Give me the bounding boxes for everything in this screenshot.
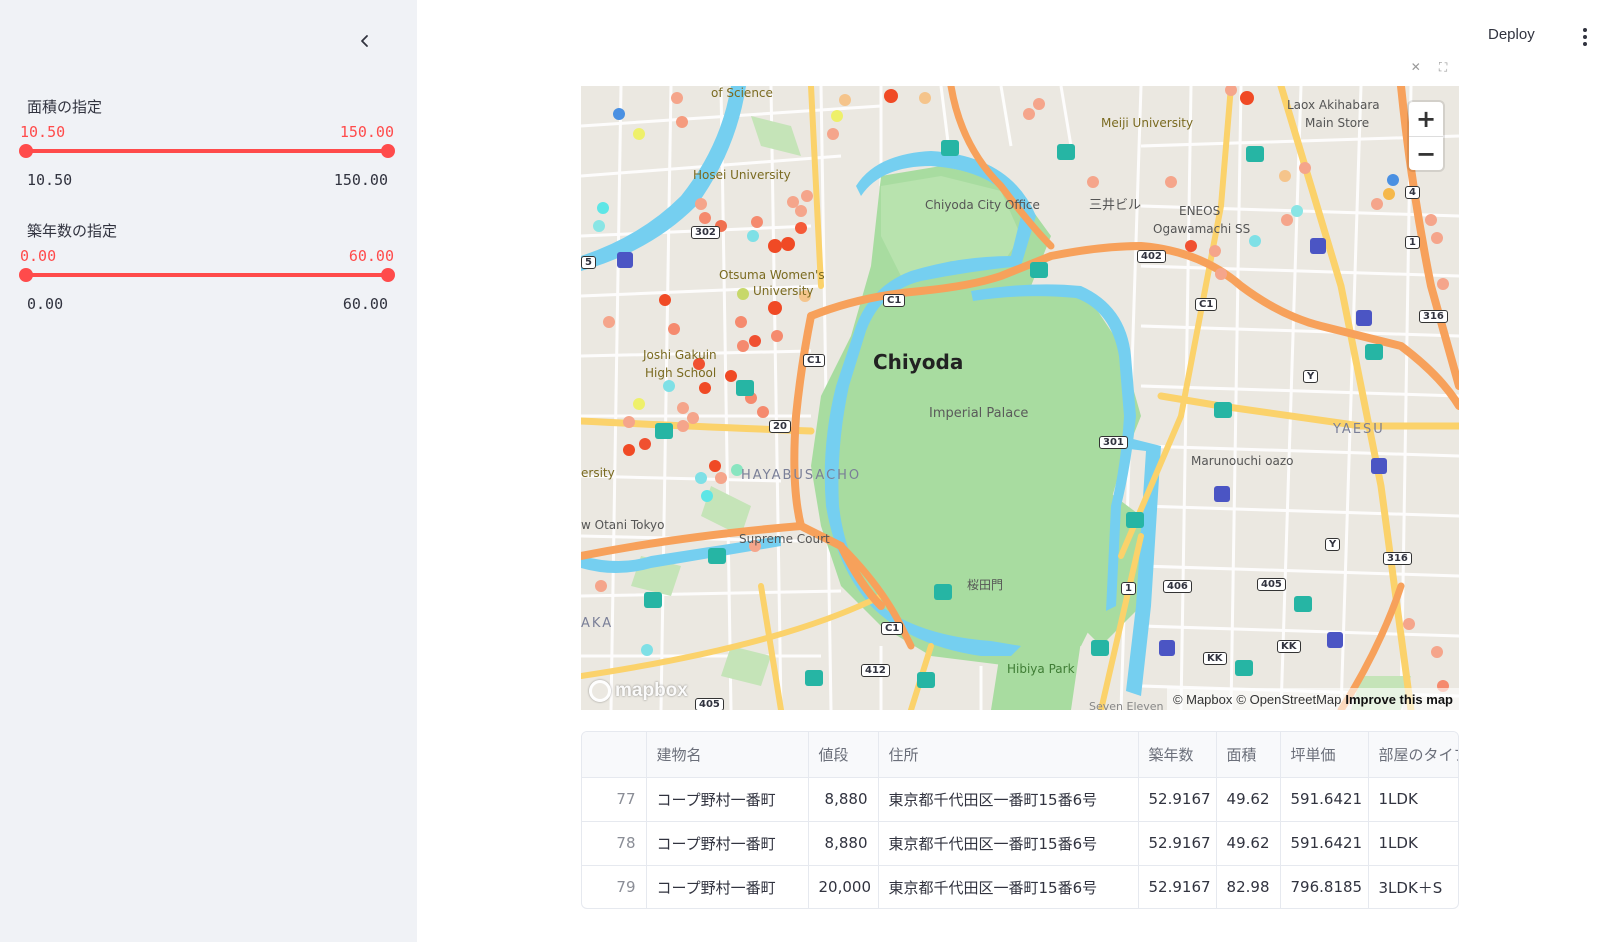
fullscreen-icon[interactable]: ⛶ [1439, 60, 1447, 78]
more-vertical-icon [1583, 28, 1587, 46]
column-header-area[interactable]: 面積 [1216, 732, 1281, 778]
map-base [581, 86, 1459, 710]
column-header-tsubo-price[interactable]: 坪単価 [1280, 732, 1369, 778]
close-icon[interactable]: ✕ [1411, 60, 1421, 78]
age-slider-high-value: 60.00 [348, 247, 394, 265]
table-cell: 1LDK [1368, 821, 1458, 866]
table: 建物名 値段 住所 築年数 面積 坪単価 部屋のタイプ 77 コープ野村一番町 … [582, 732, 1458, 908]
area-slider-high-value: 150.00 [339, 123, 394, 141]
improve-map-link[interactable]: Improve this map [1345, 692, 1453, 707]
area-slider-max: 150.00 [333, 171, 388, 189]
column-header-room-type[interactable]: 部屋のタイプ [1368, 732, 1458, 778]
map-toolbar: ✕ ⛶ [1397, 60, 1461, 78]
app-root: 面積の指定 10.50 150.00 10.50 150.00 築年数の指定 0… [0, 0, 1608, 942]
table-cell: 82.98 [1216, 865, 1281, 908]
table-cell: 3LDK＋S [1368, 865, 1458, 908]
column-header-index[interactable] [582, 732, 647, 778]
column-header-address[interactable]: 住所 [878, 732, 1139, 778]
table-cell: 49.62 [1216, 777, 1281, 822]
map[interactable]: Chiyoda Imperial Palace of Science Hosei… [581, 86, 1459, 710]
age-slider: 築年数の指定 0.00 60.00 0.00 60.00 [19, 220, 395, 313]
table-cell: 1LDK [1368, 777, 1458, 822]
table-cell: 20,000 [808, 865, 879, 908]
chevron-left-icon [361, 35, 368, 47]
column-header-age[interactable]: 築年数 [1138, 732, 1217, 778]
table-row[interactable]: 78 コープ野村一番町 8,880 東京都千代田区一番町15番6号 52.916… [582, 821, 1458, 866]
table-cell: 79 [582, 865, 647, 908]
area-slider-low-value: 10.50 [20, 123, 66, 141]
table-cell: 591.6421 [1280, 777, 1369, 822]
area-slider-label: 面積の指定 [27, 98, 103, 116]
table-cell: 52.9167 [1138, 865, 1217, 908]
age-slider-values: 0.00 60.00 [20, 247, 394, 265]
table-cell: 796.8185 [1280, 865, 1369, 908]
table-cell: コープ野村一番町 [646, 865, 809, 908]
table-cell: コープ野村一番町 [646, 821, 809, 866]
mapbox-logo-icon [589, 680, 611, 702]
zoom-controls: + − [1409, 102, 1443, 170]
table-cell: 52.9167 [1138, 821, 1217, 866]
table-cell: 49.62 [1216, 821, 1281, 866]
age-slider-high-thumb[interactable] [381, 268, 395, 282]
table-cell: 52.9167 [1138, 777, 1217, 822]
area-slider-track[interactable] [19, 144, 395, 158]
age-slider-track[interactable] [19, 268, 395, 282]
area-slider-min: 10.50 [27, 171, 73, 189]
age-slider-low-thumb[interactable] [19, 268, 33, 282]
table-cell: 東京都千代田区一番町15番6号 [878, 777, 1139, 822]
collapse-sidebar-button[interactable] [352, 28, 378, 54]
column-header-price[interactable]: 値段 [808, 732, 879, 778]
main-menu-button[interactable] [1578, 24, 1592, 50]
table-cell: 8,880 [808, 777, 879, 822]
table-cell: 8,880 [808, 821, 879, 866]
table-header-row: 建物名 値段 住所 築年数 面積 坪単価 部屋のタイプ [582, 732, 1458, 778]
area-slider-range: 10.50 150.00 [20, 171, 394, 189]
zoom-in-button[interactable]: + [1409, 102, 1443, 136]
mapbox-logo-text: mapbox [615, 680, 688, 701]
age-slider-label: 築年数の指定 [27, 222, 118, 240]
table-row[interactable]: 77 コープ野村一番町 8,880 東京都千代田区一番町15番6号 52.916… [582, 777, 1458, 822]
area-slider-values: 10.50 150.00 [20, 123, 394, 141]
data-table[interactable]: 建物名 値段 住所 築年数 面積 坪単価 部屋のタイプ 77 コープ野村一番町 … [581, 731, 1459, 909]
area-slider-low-thumb[interactable] [19, 144, 33, 158]
map-attribution: © Mapbox © OpenStreetMap Improve this ma… [1166, 688, 1459, 710]
table-cell: 78 [582, 821, 647, 866]
table-row[interactable]: 79 コープ野村一番町 20,000 東京都千代田区一番町15番6号 52.91… [582, 865, 1458, 908]
mapbox-attribution-link[interactable]: © Mapbox [1173, 692, 1232, 707]
table-cell: 77 [582, 777, 647, 822]
table-cell: 東京都千代田区一番町15番6号 [878, 821, 1139, 866]
age-slider-min: 0.00 [27, 295, 64, 313]
zoom-out-button[interactable]: − [1409, 136, 1443, 170]
age-slider-low-value: 0.00 [20, 247, 57, 265]
area-slider: 面積の指定 10.50 150.00 10.50 150.00 [19, 96, 395, 189]
table-cell: 東京都千代田区一番町15番6号 [878, 865, 1139, 908]
osm-attribution-link[interactable]: © OpenStreetMap [1236, 692, 1341, 707]
sidebar: 面積の指定 10.50 150.00 10.50 150.00 築年数の指定 0… [0, 0, 417, 942]
table-cell: 591.6421 [1280, 821, 1369, 866]
age-slider-range: 0.00 60.00 [20, 295, 394, 313]
area-slider-high-thumb[interactable] [381, 144, 395, 158]
column-header-building[interactable]: 建物名 [646, 732, 809, 778]
age-slider-max: 60.00 [342, 295, 388, 313]
table-cell: コープ野村一番町 [646, 777, 809, 822]
deploy-button[interactable]: Deploy [1488, 26, 1535, 43]
mapbox-logo[interactable]: mapbox [589, 680, 688, 702]
